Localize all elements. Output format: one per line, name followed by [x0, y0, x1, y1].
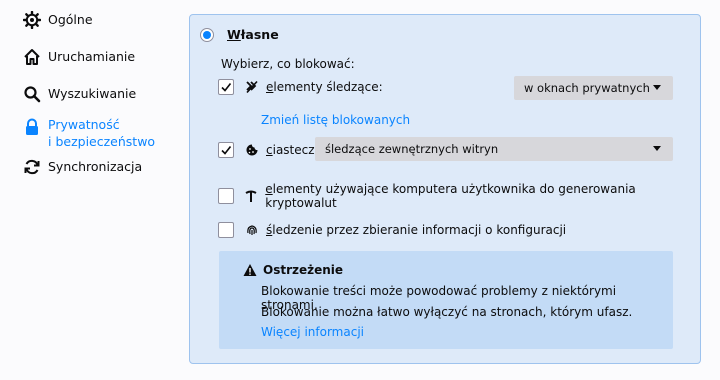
cryptominers-label: elementy używające komputera użytkownika… — [265, 182, 636, 210]
cookie-icon — [244, 142, 260, 158]
trackers-checkbox[interactable] — [218, 79, 234, 95]
sidebar-item-label-line2: i bezpieczeństwo — [48, 134, 156, 149]
fingerprint-icon — [244, 222, 260, 238]
cookies-dropdown-value: śledzące zewnętrznych witryn — [325, 142, 499, 156]
trackers-dropdown-value: w oknach prywatnych — [524, 81, 650, 95]
sidebar-item-privacy[interactable]: Prywatność i bezpieczeństwo — [22, 115, 155, 150]
cookies-dropdown[interactable]: śledzące zewnętrznych witryn — [315, 137, 673, 161]
lock-icon — [22, 117, 42, 137]
sidebar-item-startup[interactable]: Uruchamianie — [22, 47, 135, 67]
trackers-dropdown[interactable]: w oknach prywatnych — [514, 76, 673, 100]
sidebar-item-label: Prywatność i bezpieczeństwo — [48, 115, 155, 150]
choose-what-to-block-label: Wybierz, co blokować: — [221, 57, 355, 71]
cryptominers-row: elementy używające komputera użytkownika… — [218, 182, 700, 210]
fingerprinters-label: śledzenie przez zbieranie informacji o k… — [266, 223, 567, 237]
warning-box: Ostrzeżenie Blokowanie treści może powod… — [219, 251, 673, 349]
checkmark-icon — [221, 83, 232, 92]
trackers-row: elementy śledzące: — [218, 79, 383, 95]
sidebar: Ogólne Uruchamianie Wyszukiwanie Prywatn… — [0, 0, 180, 380]
pickaxe-icon — [244, 188, 260, 204]
custom-radio-row[interactable]: Własne — [200, 27, 279, 42]
change-block-list-link[interactable]: Zmień listę blokowanych — [261, 113, 410, 127]
warning-title-row: Ostrzeżenie — [243, 263, 343, 277]
sidebar-item-label: Ogólne — [48, 12, 93, 27]
checkmark-icon — [221, 146, 232, 155]
sidebar-item-label-line1: Prywatność — [48, 117, 120, 132]
sidebar-item-label: Uruchamianie — [48, 49, 136, 64]
sidebar-item-label: Wyszukiwanie — [48, 86, 137, 101]
custom-blocking-panel: Własne Wybierz, co blokować: elementy śl… — [189, 14, 701, 364]
sync-icon — [22, 157, 42, 177]
fingerprinters-row: śledzenie przez zbieranie informacji o k… — [218, 222, 566, 238]
custom-radio[interactable] — [200, 27, 214, 42]
trackers-label: elementy śledzące: — [266, 80, 383, 94]
sidebar-item-sync[interactable]: Synchronizacja — [22, 157, 142, 177]
search-icon — [22, 84, 42, 104]
warning-icon — [243, 263, 257, 277]
chevron-down-icon — [653, 146, 661, 151]
home-icon — [22, 47, 42, 67]
sidebar-item-label: Synchronizacja — [48, 159, 143, 174]
warning-title: Ostrzeżenie — [263, 263, 344, 277]
sidebar-item-search[interactable]: Wyszukiwanie — [22, 84, 136, 104]
tracker-icon — [244, 79, 260, 95]
chevron-down-icon — [653, 85, 661, 90]
fingerprinters-checkbox[interactable] — [218, 222, 234, 238]
sidebar-item-general[interactable]: Ogólne — [22, 10, 93, 30]
radio-dot — [203, 30, 211, 39]
gear-icon — [22, 10, 42, 30]
learn-more-link[interactable]: Więcej informacji — [261, 325, 364, 339]
custom-radio-label: Własne — [227, 27, 279, 42]
cookies-checkbox[interactable] — [218, 142, 234, 158]
warning-line-2: Blokowanie można łatwo wyłączyć na stron… — [261, 305, 633, 319]
cryptominers-checkbox[interactable] — [218, 188, 234, 204]
